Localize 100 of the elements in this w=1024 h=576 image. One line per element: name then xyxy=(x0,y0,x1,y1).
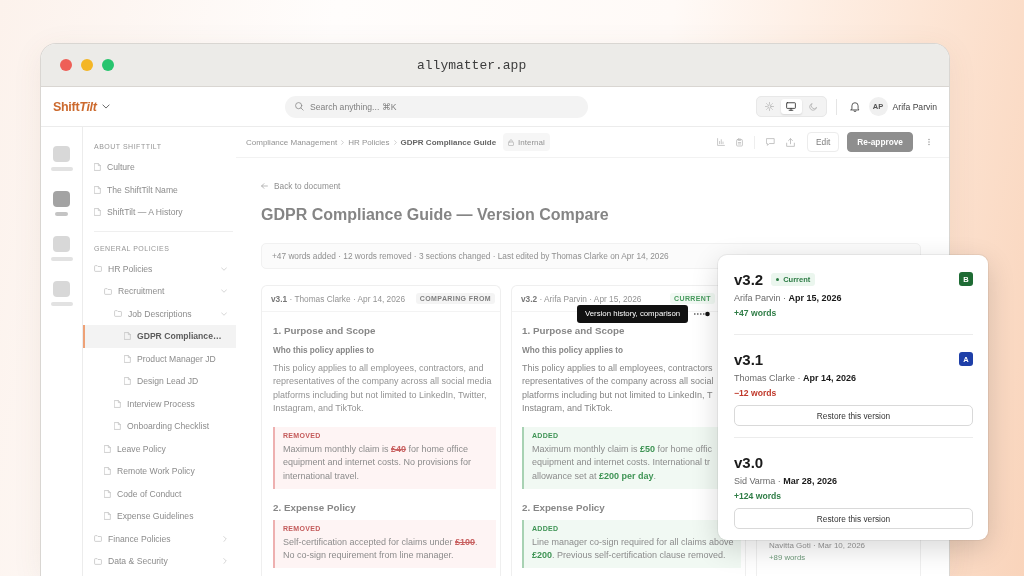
page-icon xyxy=(104,444,111,453)
tree-item[interactable]: Leave Policy xyxy=(83,437,236,460)
folder-icon xyxy=(94,557,102,565)
tree-item[interactable]: Interview Process xyxy=(83,392,236,415)
skeleton-bar xyxy=(55,212,68,216)
search-icon xyxy=(295,102,304,111)
url-text: allymatter.app xyxy=(417,57,527,73)
rail-item[interactable] xyxy=(50,146,73,171)
page-icon xyxy=(124,377,131,386)
rail-item[interactable] xyxy=(50,281,73,306)
sun-icon xyxy=(764,102,774,111)
search-field[interactable]: Search anything... ⌘K xyxy=(285,95,588,118)
version-meta: Sid Varma · Mar 28, 2026 xyxy=(734,475,837,487)
chevron-down-icon[interactable] xyxy=(101,104,110,109)
approve-button[interactable]: Re-approve xyxy=(847,132,913,152)
tree-item[interactable]: Design Lead JD xyxy=(83,370,236,393)
tree-item[interactable]: Onboarding Checklist xyxy=(83,415,236,438)
tree-item[interactable]: HR Policies xyxy=(83,257,236,280)
clipboard-icon[interactable] xyxy=(736,137,744,147)
page-icon xyxy=(94,163,101,172)
page-icon xyxy=(124,354,131,363)
square-icon xyxy=(53,236,70,252)
workspace-logo[interactable]: ShiftTilt xyxy=(53,99,110,114)
page-icon xyxy=(104,467,111,476)
square-icon xyxy=(53,191,70,207)
lock-icon xyxy=(508,138,515,146)
paragraph: This policy applies to all employees, contractors, and representatives of the company across all social media platforms including but not limited to LinkedIn, Twitter, Instagram, and TikTok. xyxy=(273,362,492,416)
version-number: v3.0 xyxy=(734,453,764,471)
bell-icon[interactable] xyxy=(849,101,860,112)
subheading: Who this policy applies to xyxy=(522,345,623,357)
share-icon[interactable] xyxy=(786,137,796,147)
breadcrumb-link[interactable]: Compliance Management xyxy=(246,137,338,147)
tree-item[interactable]: Remote Work Policy xyxy=(83,460,236,483)
version-meta: v3.2 · Arifa Parvin · Apr 15, 2026 xyxy=(521,293,642,304)
tree-item[interactable]: Recruitment xyxy=(83,280,236,303)
change-text: Line manager co-sign required for all claims above £200. Previous self-certification clause removed. xyxy=(532,535,734,563)
restore-button[interactable]: Restore this version xyxy=(734,405,973,426)
tree-item[interactable]: Culture xyxy=(83,156,236,179)
page-icon xyxy=(114,422,121,431)
section-heading: 1. Purpose and Scope xyxy=(273,324,376,338)
badge-text: Internal xyxy=(518,137,545,147)
breadcrumb-link[interactable]: GDPR Compliance Guide xyxy=(400,137,497,147)
version-meta: Thomas Clarke · Apr 14, 2026 xyxy=(734,372,857,384)
page-icon xyxy=(104,489,111,498)
word-count: +47 words xyxy=(734,307,777,319)
arrow-left-icon xyxy=(261,183,268,189)
close-window-icon[interactable] xyxy=(60,59,72,71)
subheading: Who this policy applies to xyxy=(273,345,374,357)
chevron-right-icon xyxy=(341,139,345,145)
tree-item[interactable]: The ShiftTilt Name xyxy=(83,178,236,201)
breadcrumb-link[interactable]: HR Policies xyxy=(348,137,390,147)
square-icon xyxy=(53,281,70,297)
change-text: Self-certification accepted for claims under £100. No co-sign requirement from line manager. xyxy=(283,535,478,563)
page-title: GDPR Compliance Guide — Version Compare xyxy=(261,205,609,225)
section-heading: 1. Purpose and Scope xyxy=(522,324,625,338)
chevron-right-icon xyxy=(393,139,397,145)
square-icon xyxy=(53,146,70,162)
rail-item[interactable] xyxy=(53,191,70,216)
leader-line xyxy=(694,311,710,317)
edit-button[interactable]: Edit xyxy=(807,132,840,152)
page-icon xyxy=(94,208,101,217)
page-icon xyxy=(114,399,121,408)
section-heading: 2. Expense Policy xyxy=(522,500,605,515)
version-meta: v3.1 · Thomas Clarke · Apr 14, 2026 xyxy=(271,293,406,304)
moon-icon xyxy=(809,102,818,111)
change-text: Maximum monthly claim is £50 for home offic equipment and internet costs. International tr allowance set at £200 per day. xyxy=(532,442,712,484)
status-dot-icon xyxy=(776,277,780,281)
rail-item[interactable] xyxy=(50,236,73,261)
page-icon xyxy=(104,512,111,521)
minimize-window-icon[interactable] xyxy=(81,59,93,71)
tree-item[interactable]: Data & Security xyxy=(83,550,236,573)
restore-button[interactable]: Restore this version xyxy=(734,508,973,529)
folder-icon xyxy=(94,535,102,543)
back-link[interactable]: Back to document xyxy=(261,180,341,192)
bar-chart-icon[interactable] xyxy=(717,138,726,146)
comment-icon[interactable] xyxy=(766,138,776,146)
folder-icon xyxy=(104,287,112,295)
tree-item[interactable]: ShiftTilt — A History xyxy=(83,201,236,224)
folder-icon xyxy=(94,265,102,273)
change-text: Maximum monthly claim is £40 for home office equipment and internet costs. No provisions for international travel. xyxy=(283,442,472,484)
tree-item[interactable]: Finance Policies xyxy=(83,527,236,550)
section-heading: 2. Expense Policy xyxy=(273,500,356,515)
word-count: −12 words xyxy=(734,387,777,399)
version-number: v3.2 xyxy=(734,270,764,288)
version-meta: Navitta Goti · Mar 10, 2026 xyxy=(769,540,866,552)
tree-item[interactable]: Job Descriptions xyxy=(83,302,236,325)
word-count: +124 words xyxy=(734,490,782,502)
page-icon xyxy=(94,185,101,194)
tree-item[interactable]: GDPR Compliance… xyxy=(83,325,236,348)
tree-item[interactable]: Code of Conduct xyxy=(83,482,236,505)
monitor-icon xyxy=(786,102,797,111)
tree-item[interactable]: Expense Guidelines xyxy=(83,505,236,528)
summary-text: +47 words added · 12 words removed · 3 sections changed · Last edited by Thomas Clarke on Apr 14, 2026 xyxy=(272,251,669,261)
tree-item[interactable]: Product Manager JD xyxy=(83,347,236,370)
user-name: Arifa Parvin xyxy=(892,101,937,112)
maximize-window-icon[interactable] xyxy=(102,59,114,71)
theme-option-button[interactable] xyxy=(780,99,802,114)
page-icon xyxy=(124,332,131,341)
paragraph: This policy applies to all employees, contractors representatives of the company across all social platforms including but not limited to LinkedIn, T Instagram, and TikTok. xyxy=(522,362,714,416)
version-meta: Arifa Parvin · Apr 15, 2026 xyxy=(734,292,842,304)
